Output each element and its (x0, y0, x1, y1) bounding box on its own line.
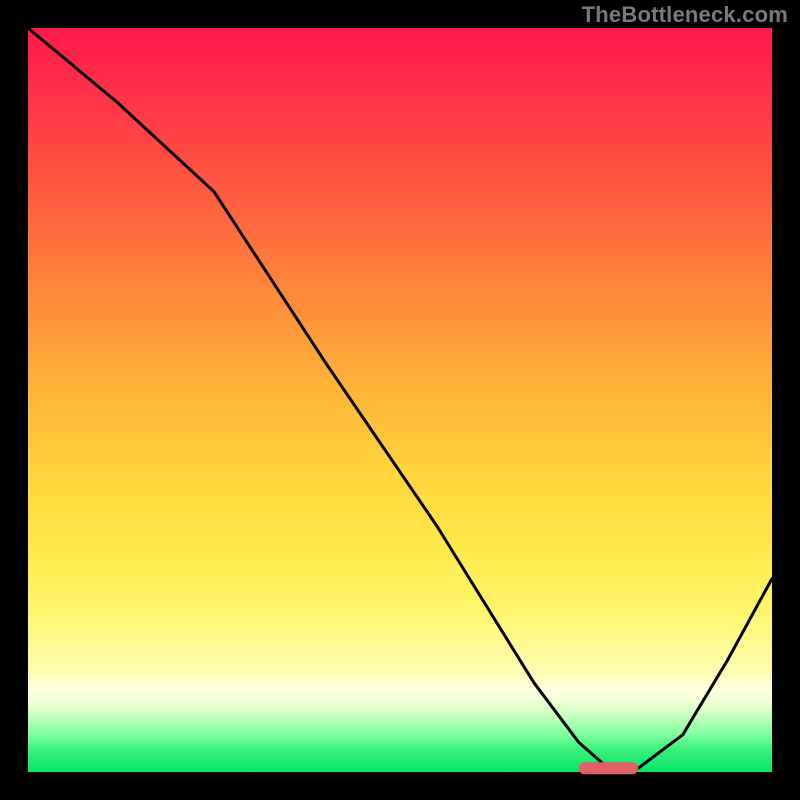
plot-area (28, 28, 772, 772)
chart-container: TheBottleneck.com (0, 0, 800, 800)
bottleneck-curve (28, 28, 772, 768)
optimal-range-marker (579, 762, 639, 774)
chart-overlay (28, 28, 772, 772)
watermark-text: TheBottleneck.com (582, 2, 788, 28)
